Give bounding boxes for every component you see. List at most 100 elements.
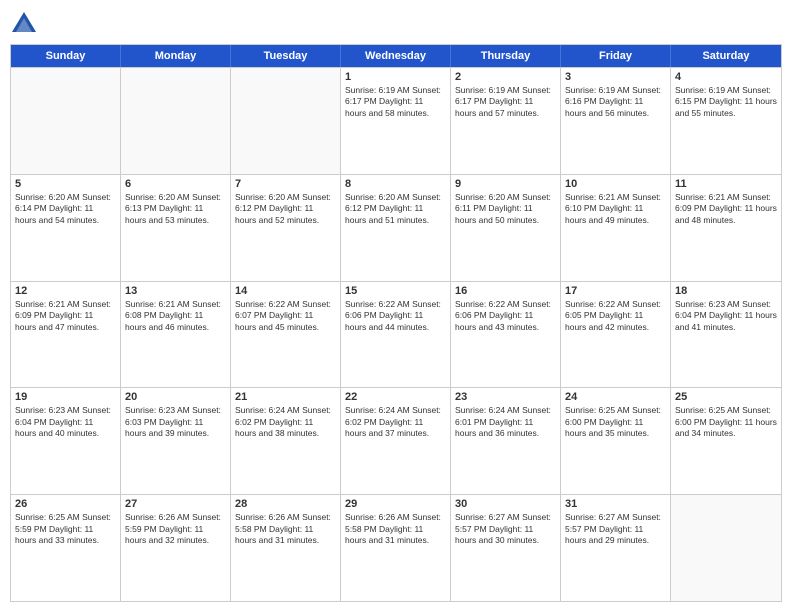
day-cell-17: 17 Sunrise: 6:22 AM Sunset: 6:05 PM Dayli… [561,282,671,388]
day-cell-23: 23 Sunrise: 6:24 AM Sunset: 6:01 PM Dayli… [451,388,561,494]
day-number: 21 [235,391,336,403]
day-cell-16: 16 Sunrise: 6:22 AM Sunset: 6:06 PM Dayli… [451,282,561,388]
day-cell-31: 31 Sunrise: 6:27 AM Sunset: 5:57 PM Dayli… [561,495,671,601]
day-cell-20: 20Sunrise: 6:23 AM Sunset: 6:03 PM Dayli… [121,388,231,494]
day-cell-25: 25Sunrise: 6:25 AM Sunset: 6:00 PM Dayli… [671,388,781,494]
day-number: 11 [675,178,777,190]
day-cell-1: 1 Sunrise: 6:19 AM Sunset: 6:17 PM Daylig… [341,68,451,174]
calendar-week-0: 1 Sunrise: 6:19 AM Sunset: 6:17 PM Daylig… [11,67,781,174]
day-cell-27: 27Sunrise: 6:26 AM Sunset: 5:59 PM Dayli… [121,495,231,601]
day-info: Sunrise: 6:26 AM Sunset: 5:58 PM Dayligh… [235,512,336,546]
day-info: Sunrise: 6:23 AM Sunset: 6:04 PM Dayligh… [15,405,116,439]
day-info: Sunrise: 6:19 AM Sunset: 6:16 PM Dayligh… [565,85,666,119]
day-info: Sunrise: 6:20 AM Sunset: 6:12 PM Dayligh… [345,192,446,226]
calendar: SundayMondayTuesdayWednesdayThursdayFrid… [10,44,782,602]
day-info: Sunrise: 6:23 AM Sunset: 6:04 PM Dayligh… [675,299,777,333]
day-number: 13 [125,285,226,297]
day-number: 29 [345,498,446,510]
day-info: Sunrise: 6:23 AM Sunset: 6:03 PM Dayligh… [125,405,226,439]
day-number: 7 [235,178,336,190]
day-cell-11: 11 Sunrise: 6:21 AM Sunset: 6:09 PM Dayli… [671,175,781,281]
day-info: Sunrise: 6:19 AM Sunset: 6:15 PM Dayligh… [675,85,777,119]
day-cell-10: 10Sunrise: 6:21 AM Sunset: 6:10 PM Dayli… [561,175,671,281]
logo-icon [10,10,38,38]
calendar-week-3: 19Sunrise: 6:23 AM Sunset: 6:04 PM Dayli… [11,387,781,494]
day-info: Sunrise: 6:19 AM Sunset: 6:17 PM Dayligh… [345,85,446,119]
day-info: Sunrise: 6:22 AM Sunset: 6:06 PM Dayligh… [345,299,446,333]
day-number: 28 [235,498,336,510]
day-cell-14: 14Sunrise: 6:22 AM Sunset: 6:07 PM Dayli… [231,282,341,388]
day-cell-6: 6 Sunrise: 6:20 AM Sunset: 6:13 PM Daylig… [121,175,231,281]
day-cell-29: 29 Sunrise: 6:26 AM Sunset: 5:58 PM Dayli… [341,495,451,601]
empty-cell [11,68,121,174]
calendar-week-2: 12Sunrise: 6:21 AM Sunset: 6:09 PM Dayli… [11,281,781,388]
day-cell-12: 12Sunrise: 6:21 AM Sunset: 6:09 PM Dayli… [11,282,121,388]
day-cell-8: 8Sunrise: 6:20 AM Sunset: 6:12 PM Daylig… [341,175,451,281]
day-number: 9 [455,178,556,190]
day-cell-30: 30 Sunrise: 6:27 AM Sunset: 5:57 PM Dayli… [451,495,561,601]
day-info: Sunrise: 6:26 AM Sunset: 5:58 PM Dayligh… [345,512,446,546]
day-cell-5: 5Sunrise: 6:20 AM Sunset: 6:14 PM Daylig… [11,175,121,281]
day-info: Sunrise: 6:20 AM Sunset: 6:14 PM Dayligh… [15,192,116,226]
day-header-tuesday: Tuesday [231,45,341,67]
calendar-body: 1 Sunrise: 6:19 AM Sunset: 6:17 PM Daylig… [11,67,781,601]
day-number: 1 [345,71,446,83]
day-header-saturday: Saturday [671,45,781,67]
day-info: Sunrise: 6:21 AM Sunset: 6:09 PM Dayligh… [15,299,116,333]
day-info: Sunrise: 6:24 AM Sunset: 6:01 PM Dayligh… [455,405,556,439]
day-cell-26: 26 Sunrise: 6:25 AM Sunset: 5:59 PM Dayli… [11,495,121,601]
day-info: Sunrise: 6:21 AM Sunset: 6:10 PM Dayligh… [565,192,666,226]
day-cell-19: 19Sunrise: 6:23 AM Sunset: 6:04 PM Dayli… [11,388,121,494]
day-info: Sunrise: 6:25 AM Sunset: 5:59 PM Dayligh… [15,512,116,546]
day-info: Sunrise: 6:26 AM Sunset: 5:59 PM Dayligh… [125,512,226,546]
day-info: Sunrise: 6:20 AM Sunset: 6:13 PM Dayligh… [125,192,226,226]
day-header-thursday: Thursday [451,45,561,67]
day-number: 31 [565,498,666,510]
day-number: 26 [15,498,116,510]
day-header-sunday: Sunday [11,45,121,67]
day-info: Sunrise: 6:21 AM Sunset: 6:09 PM Dayligh… [675,192,777,226]
day-number: 24 [565,391,666,403]
day-number: 6 [125,178,226,190]
day-cell-3: 3Sunrise: 6:19 AM Sunset: 6:16 PM Daylig… [561,68,671,174]
day-number: 22 [345,391,446,403]
day-info: Sunrise: 6:22 AM Sunset: 6:07 PM Dayligh… [235,299,336,333]
day-info: Sunrise: 6:22 AM Sunset: 6:05 PM Dayligh… [565,299,666,333]
day-info: Sunrise: 6:21 AM Sunset: 6:08 PM Dayligh… [125,299,226,333]
day-cell-15: 15 Sunrise: 6:22 AM Sunset: 6:06 PM Dayli… [341,282,451,388]
day-info: Sunrise: 6:27 AM Sunset: 5:57 PM Dayligh… [565,512,666,546]
day-cell-7: 7 Sunrise: 6:20 AM Sunset: 6:12 PM Daylig… [231,175,341,281]
day-cell-2: 2 Sunrise: 6:19 AM Sunset: 6:17 PM Daylig… [451,68,561,174]
day-cell-18: 18 Sunrise: 6:23 AM Sunset: 6:04 PM Dayli… [671,282,781,388]
day-cell-28: 28 Sunrise: 6:26 AM Sunset: 5:58 PM Dayli… [231,495,341,601]
day-number: 17 [565,285,666,297]
day-info: Sunrise: 6:25 AM Sunset: 6:00 PM Dayligh… [565,405,666,439]
calendar-week-1: 5Sunrise: 6:20 AM Sunset: 6:14 PM Daylig… [11,174,781,281]
day-cell-9: 9 Sunrise: 6:20 AM Sunset: 6:11 PM Daylig… [451,175,561,281]
day-cell-24: 24 Sunrise: 6:25 AM Sunset: 6:00 PM Dayli… [561,388,671,494]
day-header-monday: Monday [121,45,231,67]
day-info: Sunrise: 6:24 AM Sunset: 6:02 PM Dayligh… [345,405,446,439]
day-info: Sunrise: 6:20 AM Sunset: 6:11 PM Dayligh… [455,192,556,226]
day-cell-4: 4Sunrise: 6:19 AM Sunset: 6:15 PM Daylig… [671,68,781,174]
day-number: 15 [345,285,446,297]
day-number: 18 [675,285,777,297]
empty-cell [121,68,231,174]
day-info: Sunrise: 6:25 AM Sunset: 6:00 PM Dayligh… [675,405,777,439]
day-info: Sunrise: 6:20 AM Sunset: 6:12 PM Dayligh… [235,192,336,226]
day-header-friday: Friday [561,45,671,67]
day-cell-13: 13 Sunrise: 6:21 AM Sunset: 6:08 PM Dayli… [121,282,231,388]
calendar-header: SundayMondayTuesdayWednesdayThursdayFrid… [11,45,781,67]
day-cell-21: 21 Sunrise: 6:24 AM Sunset: 6:02 PM Dayli… [231,388,341,494]
calendar-week-4: 26 Sunrise: 6:25 AM Sunset: 5:59 PM Dayli… [11,494,781,601]
day-number: 23 [455,391,556,403]
day-number: 30 [455,498,556,510]
day-number: 16 [455,285,556,297]
logo [10,10,42,38]
day-info: Sunrise: 6:19 AM Sunset: 6:17 PM Dayligh… [455,85,556,119]
day-number: 2 [455,71,556,83]
day-info: Sunrise: 6:22 AM Sunset: 6:06 PM Dayligh… [455,299,556,333]
day-info: Sunrise: 6:24 AM Sunset: 6:02 PM Dayligh… [235,405,336,439]
day-info: Sunrise: 6:27 AM Sunset: 5:57 PM Dayligh… [455,512,556,546]
day-cell-22: 22 Sunrise: 6:24 AM Sunset: 6:02 PM Dayli… [341,388,451,494]
